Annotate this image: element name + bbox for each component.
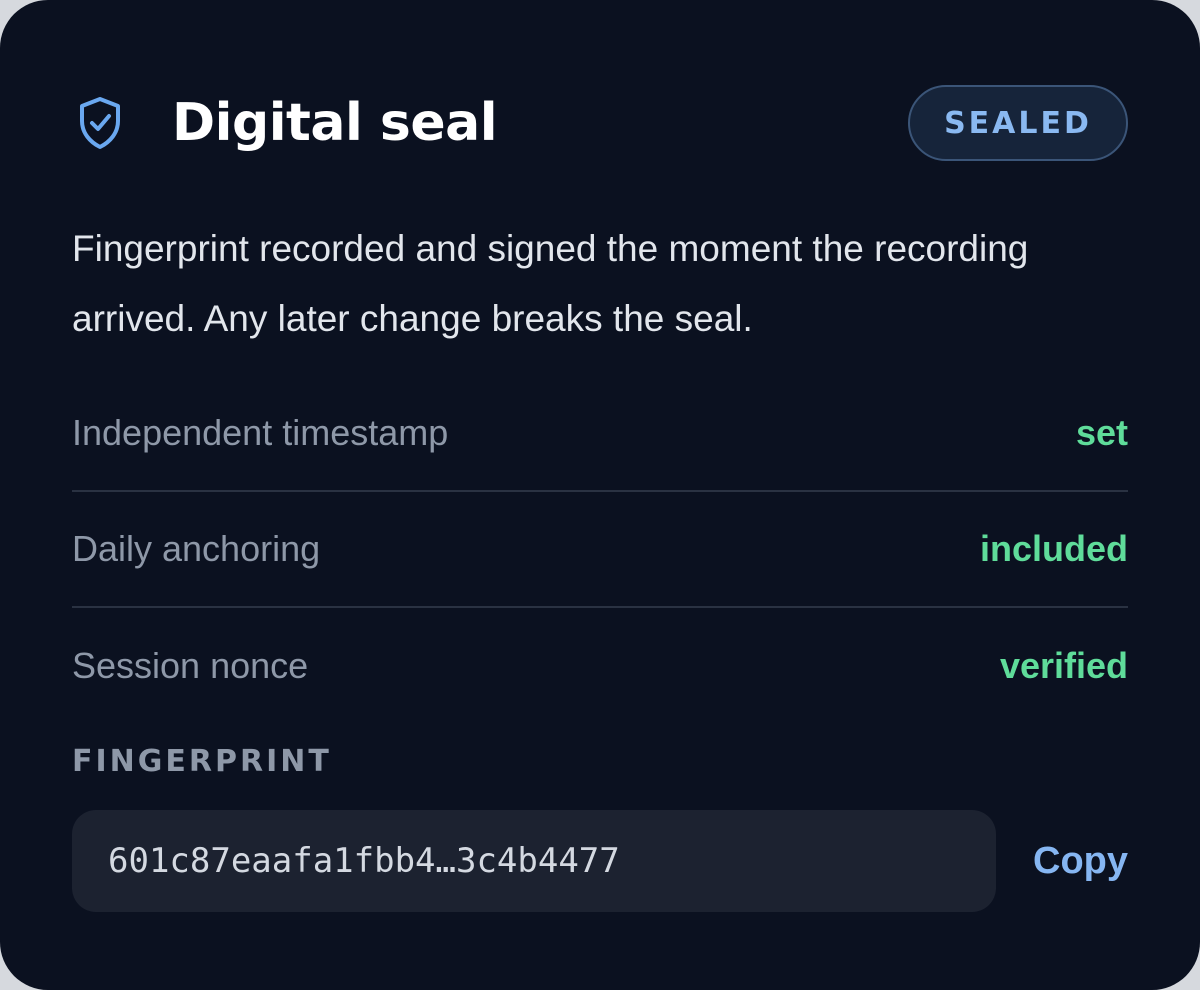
card-header: Digital seal SEALED (72, 84, 1128, 162)
status-badge: SEALED (908, 85, 1128, 161)
status-row-value: set (1075, 412, 1128, 453)
shield-check-icon (76, 93, 136, 153)
title-group: Digital seal (72, 93, 498, 153)
status-row-label: Daily anchoring (72, 528, 321, 569)
status-row-label: Session nonce (72, 645, 309, 686)
status-row-nonce: Session nonce verified (72, 608, 1128, 724)
fingerprint-value[interactable]: 601c87eaafa1fbb4…3c4b4477 (72, 810, 996, 912)
copy-fingerprint-button[interactable]: Copy (1033, 840, 1128, 883)
status-row-anchoring: Daily anchoring included (72, 492, 1128, 608)
seal-status-list: Independent timestamp set Daily anchorin… (72, 376, 1128, 724)
status-row-label: Independent timestamp (72, 412, 449, 453)
status-row-value: included (979, 528, 1128, 569)
fingerprint-label: FINGERPRINT (72, 744, 332, 779)
card-title: Digital seal (172, 93, 498, 153)
fingerprint-row: 601c87eaafa1fbb4…3c4b4477 Copy (72, 810, 1128, 912)
status-row-timestamp: Independent timestamp set (72, 376, 1128, 492)
digital-seal-card: Digital seal SEALED Fingerprint recorded… (0, 0, 1200, 990)
status-row-value: verified (999, 645, 1128, 686)
seal-description: Fingerprint recorded and signed the mome… (72, 228, 1029, 339)
